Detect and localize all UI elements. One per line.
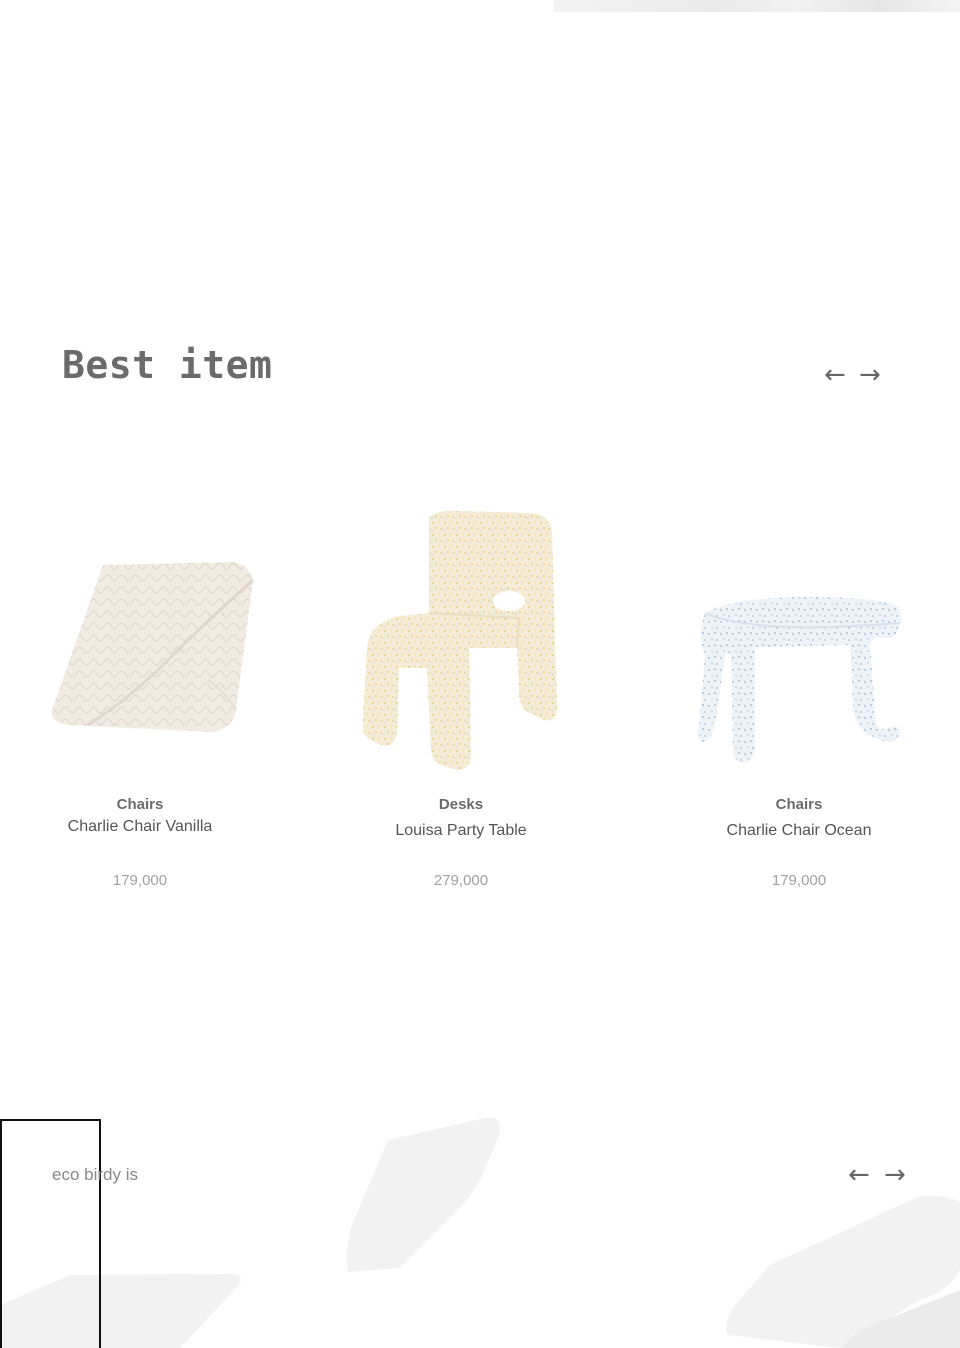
banner-image-edge xyxy=(554,0,960,12)
product-price: 179,000 xyxy=(112,872,168,889)
product-card[interactable]: Chairs Charlie Chair Vanilla 179,000 xyxy=(40,480,254,910)
product-name[interactable]: Charlie Chair Vanilla xyxy=(40,818,240,836)
blanket-image xyxy=(51,562,254,732)
chair-image xyxy=(362,510,557,770)
product-category: Chairs xyxy=(775,796,823,813)
next-arrow-button[interactable]: → xyxy=(859,362,881,388)
product-name[interactable]: Louisa Party Table xyxy=(341,822,581,840)
prev-arrow-button[interactable]: ← xyxy=(848,1162,870,1188)
prev-arrow-button[interactable]: ← xyxy=(824,362,846,388)
product-name[interactable]: Charlie Chair Ocean xyxy=(679,822,919,840)
decorative-shapes xyxy=(0,1117,960,1348)
eco-highlight-box xyxy=(0,1119,101,1348)
next-arrow-button[interactable]: → xyxy=(884,1162,906,1188)
section-title: Best item xyxy=(62,343,273,387)
product-card[interactable]: Chairs Charlie Chair Ocean 179,000 xyxy=(679,480,919,910)
product-category: Desks xyxy=(438,796,484,813)
table-image xyxy=(697,597,902,763)
eco-tagline: eco birdy is xyxy=(52,1165,138,1184)
product-price: 179,000 xyxy=(771,872,827,889)
product-card[interactable]: Desks Louisa Party Table 279,000 xyxy=(341,480,581,910)
product-category: Chairs xyxy=(116,796,164,813)
product-price: 279,000 xyxy=(433,872,489,889)
